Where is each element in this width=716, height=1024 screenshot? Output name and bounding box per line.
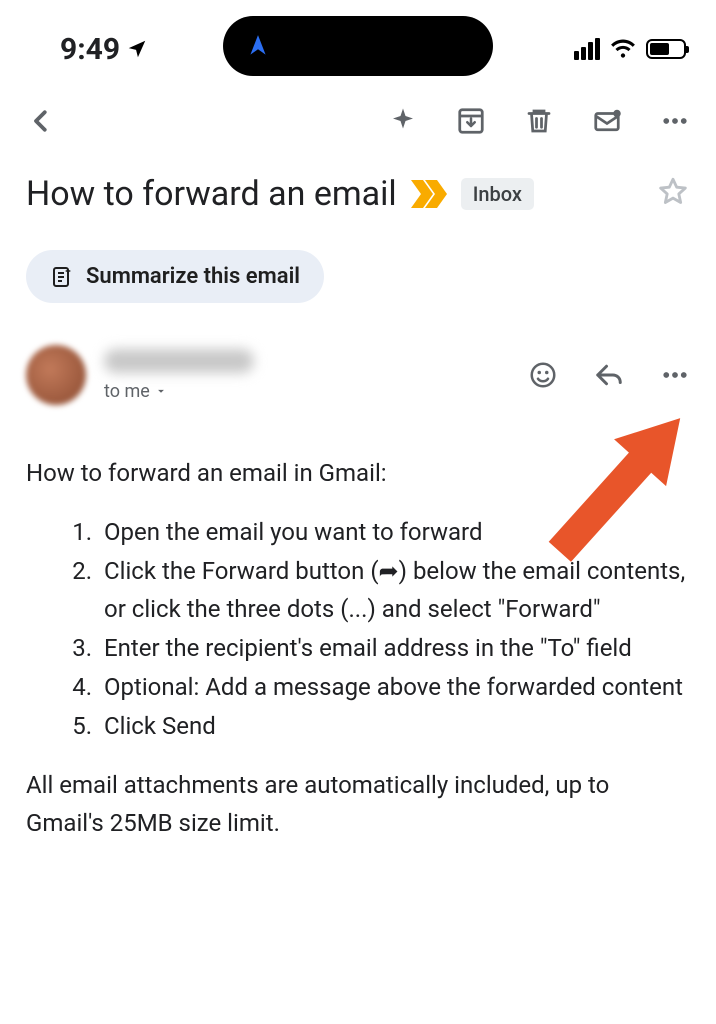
mark-unread-button[interactable] [592, 106, 622, 136]
location-arrow-icon [126, 38, 148, 60]
list-item: Optional: Add a message above the forwar… [98, 669, 690, 706]
react-emoji-button[interactable] [528, 360, 558, 390]
body-footer: All email attachments are automatically … [26, 767, 690, 841]
sparkle-icon[interactable] [388, 106, 418, 136]
email-body: How to forward an email in Gmail: Open t… [0, 405, 716, 842]
more-actions-button[interactable] [660, 106, 690, 136]
back-button[interactable] [26, 106, 56, 136]
sender-name [104, 349, 254, 373]
summarize-label: Summarize this email [86, 264, 300, 289]
sender-avatar[interactable] [26, 345, 86, 405]
status-bar: 9:49 [0, 0, 716, 80]
reply-button[interactable] [594, 360, 624, 390]
body-intro: How to forward an email in Gmail: [26, 455, 690, 492]
chevron-down-icon [154, 384, 168, 398]
body-steps-list: Open the email you want to forward Click… [26, 514, 690, 745]
cellular-signal-icon [574, 38, 600, 60]
inbox-label[interactable]: Inbox [461, 178, 534, 210]
subject-row: How to forward an email Inbox [0, 162, 716, 222]
summarize-email-button[interactable]: Summarize this email [26, 250, 324, 303]
archive-button[interactable] [456, 106, 486, 136]
dynamic-island [223, 16, 493, 76]
message-more-button[interactable] [660, 360, 690, 390]
delete-button[interactable] [524, 106, 554, 136]
important-marker-icon[interactable] [411, 180, 447, 208]
list-item: Enter the recipient's email address in t… [98, 630, 690, 667]
wifi-icon [610, 38, 636, 60]
summarize-icon [50, 265, 74, 289]
list-item: Click the Forward button (➦) below the e… [98, 553, 690, 627]
sender-info[interactable]: to me [104, 349, 254, 402]
battery-icon [646, 39, 686, 59]
sender-row: to me [0, 303, 716, 405]
list-item: Click Send [98, 708, 690, 745]
nav-arrow-icon [245, 33, 271, 59]
list-item: Open the email you want to forward [98, 514, 690, 551]
star-button[interactable] [656, 175, 690, 213]
recipient-text: to me [104, 381, 150, 402]
status-icons [574, 38, 686, 60]
email-toolbar [0, 80, 716, 162]
recipient-line[interactable]: to me [104, 381, 254, 402]
status-time: 9:49 [60, 32, 148, 67]
time-text: 9:49 [60, 32, 120, 67]
email-subject: How to forward an email [26, 174, 397, 214]
